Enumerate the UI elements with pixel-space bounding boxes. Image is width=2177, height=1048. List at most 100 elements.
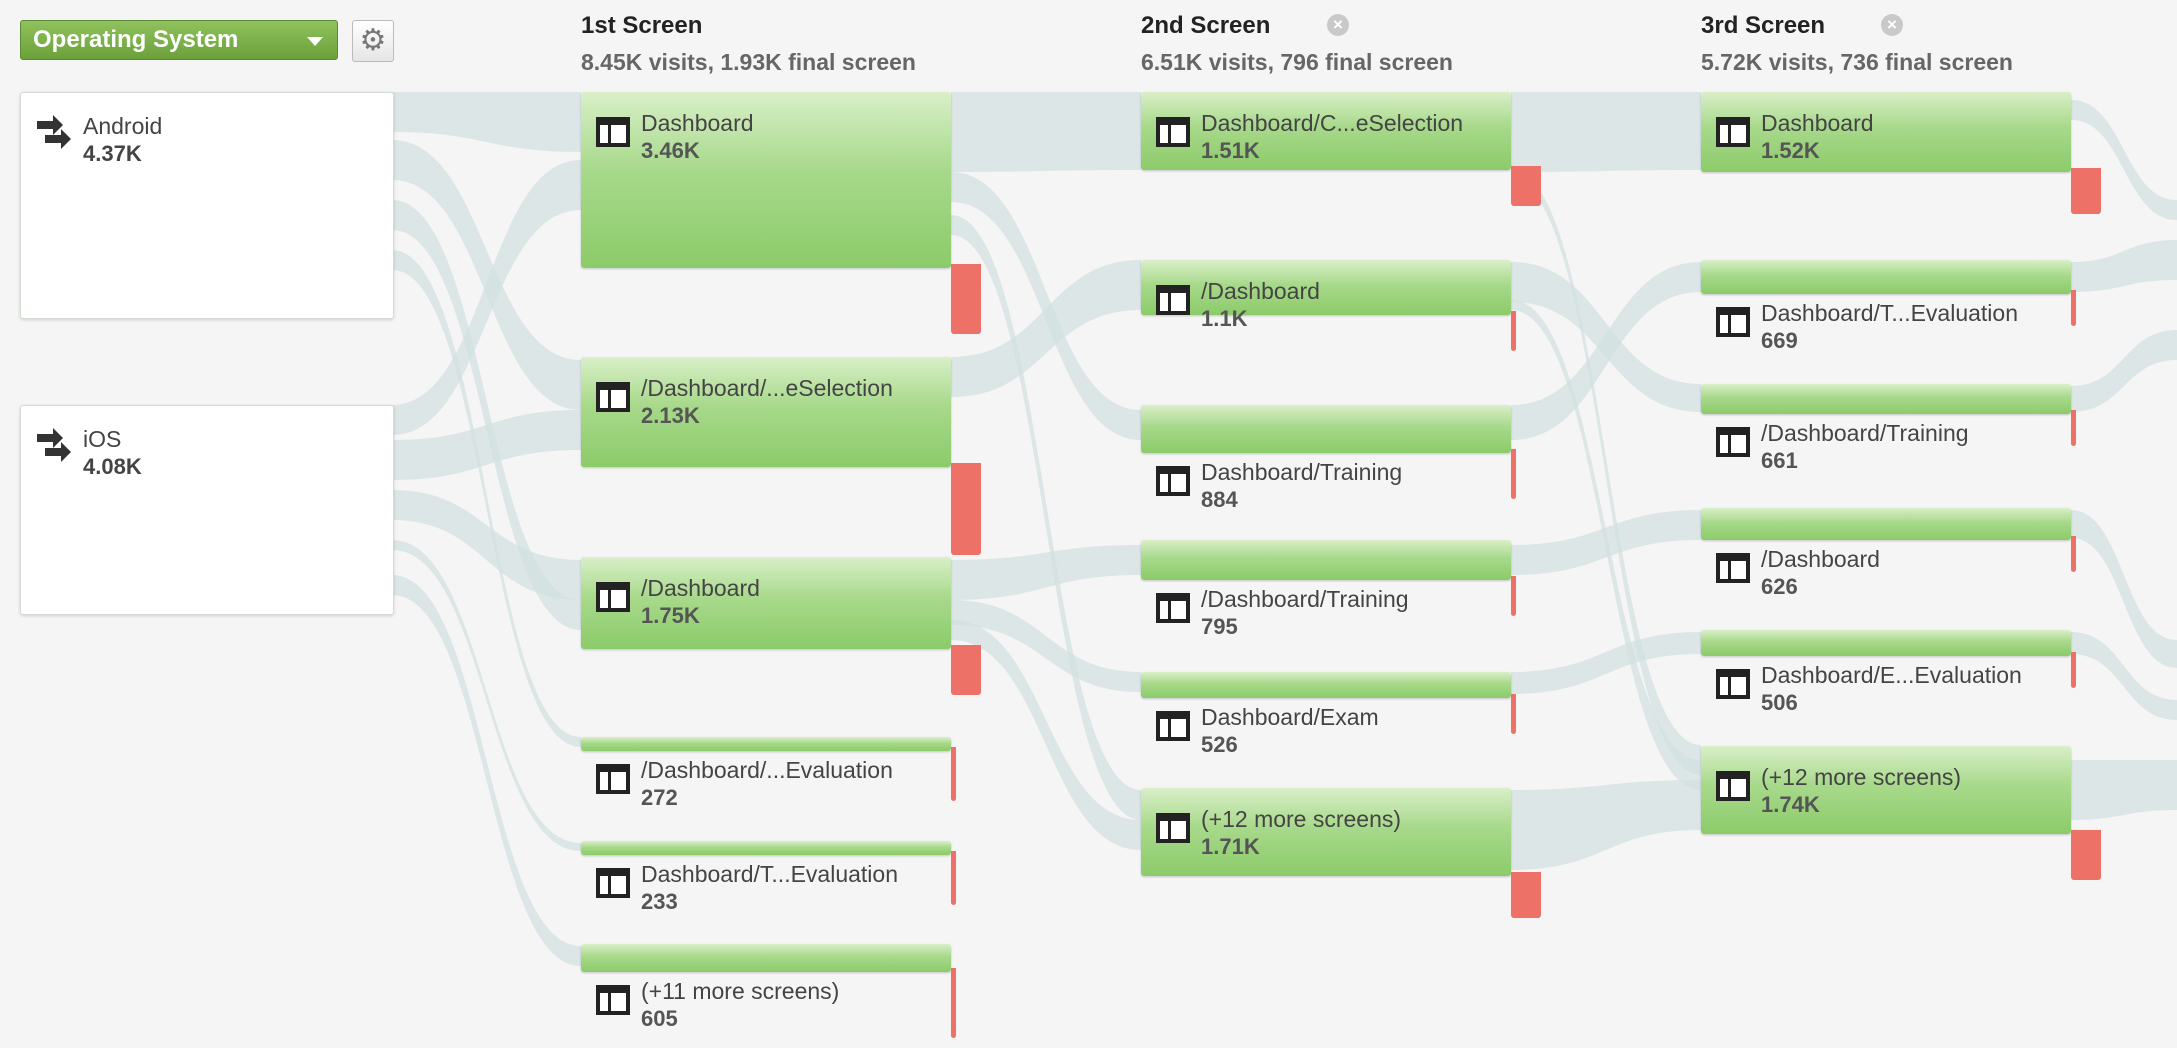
flow-band	[1511, 510, 1701, 575]
gear-icon[interactable]: ⚙	[352, 20, 394, 62]
screen-label: (+12 more screens)	[1201, 806, 1402, 832]
page-layout-icon	[1155, 284, 1191, 321]
page-layout-icon	[1715, 426, 1751, 463]
column-header-1: 1st Screen 8.45K visits, 1.93K final scr…	[581, 12, 916, 76]
chevron-down-icon	[307, 37, 323, 46]
page-layout-icon	[1155, 812, 1191, 849]
screen-node[interactable]	[581, 737, 951, 751]
screen-node-text: Dashboard/E...Evaluation 506	[1715, 662, 2065, 718]
column-title: 3rd Screen	[1701, 12, 1826, 39]
screen-label: /Dashboard/Training	[1761, 420, 1969, 446]
screen-node-text: Dashboard/T...Evaluation 669	[1715, 300, 2065, 356]
flow-band	[2071, 240, 2177, 292]
screen-node[interactable]	[1141, 540, 1511, 580]
screen-label: Dashboard	[1761, 110, 1874, 136]
exit-bar[interactable]	[951, 851, 956, 905]
flow-band	[1511, 632, 1701, 694]
screen-node-text: (+12 more screens) 1.74K	[1715, 764, 2065, 820]
source-node-android[interactable]: Android 4.37K	[20, 92, 394, 319]
source-label: iOS	[83, 426, 122, 452]
exit-bar[interactable]	[2071, 830, 2101, 880]
source-label: Android	[83, 113, 163, 139]
close-icon[interactable]: ×	[1327, 14, 1349, 36]
source-node-ios[interactable]: iOS 4.08K	[20, 405, 394, 615]
exit-bar[interactable]	[1511, 872, 1541, 918]
screen-node-text: Dashboard 1.52K	[1715, 110, 2065, 166]
screen-label: (+12 more screens)	[1761, 764, 1962, 790]
screen-count: 1.71K	[1201, 834, 1260, 859]
screen-node[interactable]	[1701, 508, 2071, 540]
column-summary: 6.51K visits, 796 final screen	[1141, 49, 1453, 75]
column-header-2: 2nd Screen 6.51K visits, 796 final scree…	[1141, 12, 1453, 76]
exit-bar[interactable]	[1511, 166, 1541, 206]
screen-count: 506	[1761, 690, 1798, 715]
screen-node[interactable]	[1701, 260, 2071, 294]
screen-node[interactable]	[1141, 672, 1511, 698]
flow-band	[392, 92, 581, 152]
close-icon[interactable]: ×	[1881, 14, 1903, 36]
page-layout-icon	[1715, 116, 1751, 153]
exit-bar[interactable]	[951, 463, 981, 555]
column-header-3: 3rd Screen 5.72K visits, 736 final scree…	[1701, 12, 2013, 76]
screen-node[interactable]	[1701, 630, 2071, 656]
exit-bar[interactable]	[1511, 576, 1516, 616]
screen-node[interactable]	[1141, 405, 1511, 453]
exit-bar[interactable]	[951, 264, 981, 334]
exit-bar[interactable]	[951, 747, 956, 801]
exit-bar[interactable]	[1511, 449, 1516, 499]
exit-bar[interactable]	[1511, 694, 1516, 734]
screen-label: Dashboard	[641, 110, 754, 136]
page-layout-icon	[595, 381, 631, 418]
screen-count: 661	[1761, 448, 1798, 473]
flow-band	[1511, 780, 1701, 870]
page-layout-icon	[1155, 592, 1191, 629]
screen-node[interactable]	[581, 944, 951, 972]
dropdown-label: Operating System	[33, 26, 239, 53]
screen-count: 1.1K	[1201, 306, 1248, 331]
screen-node-text: Dashboard/T...Evaluation 233	[595, 861, 945, 917]
screen-label: /Dashboard/...eSelection	[641, 375, 893, 401]
screen-label: Dashboard/E...Evaluation	[1761, 662, 2022, 688]
screen-label: Dashboard/T...Evaluation	[1761, 300, 2018, 326]
screen-node[interactable]	[1701, 384, 2071, 414]
exit-bar[interactable]	[2071, 652, 2076, 688]
arrows-icon	[35, 426, 73, 471]
flow-band	[2071, 330, 2177, 412]
screen-node-text: Dashboard 3.46K	[595, 110, 945, 166]
page-layout-icon	[595, 581, 631, 618]
exit-bar[interactable]	[2071, 168, 2101, 214]
screen-node-text: /Dashboard/Training 661	[1715, 420, 2065, 476]
source-count: 4.08K	[83, 454, 142, 479]
screen-node[interactable]	[581, 841, 951, 855]
exit-bar[interactable]	[2071, 290, 2076, 326]
operating-system-dropdown[interactable]: Operating System	[20, 20, 338, 60]
screen-node-text: Dashboard/Training 884	[1155, 459, 1505, 515]
exit-bar[interactable]	[2071, 410, 2076, 446]
page-layout-icon	[1715, 552, 1751, 589]
screen-node-text: /Dashboard/...Evaluation 272	[595, 757, 945, 813]
screen-node-text: Dashboard/C...eSelection 1.51K	[1155, 110, 1505, 166]
page-layout-icon	[595, 984, 631, 1021]
page-layout-icon	[1715, 770, 1751, 807]
page-layout-icon	[595, 763, 631, 800]
column-summary: 8.45K visits, 1.93K final screen	[581, 49, 916, 75]
screen-label: Dashboard/C...eSelection	[1201, 110, 1464, 136]
screen-label: /Dashboard	[1761, 546, 1880, 572]
page-layout-icon	[1715, 306, 1751, 343]
screen-count: 795	[1201, 614, 1238, 639]
exit-bar[interactable]	[1511, 311, 1516, 351]
exit-bar[interactable]	[951, 645, 981, 695]
screen-count: 1.74K	[1761, 792, 1820, 817]
screen-count: 1.75K	[641, 603, 700, 628]
screen-count: 526	[1201, 732, 1238, 757]
source-count: 4.37K	[83, 141, 142, 166]
screen-node-text: /Dashboard/Training 795	[1155, 586, 1505, 642]
screen-count: 1.51K	[1201, 138, 1260, 163]
exit-bar[interactable]	[951, 968, 956, 1038]
page-layout-icon	[1155, 710, 1191, 747]
screen-node-text: /Dashboard 1.1K	[1155, 278, 1505, 334]
exit-bar[interactable]	[2071, 536, 2076, 572]
screen-count: 884	[1201, 487, 1238, 512]
screen-label: Dashboard/Exam	[1201, 704, 1379, 730]
screen-node-text: (+12 more screens) 1.71K	[1155, 806, 1505, 862]
